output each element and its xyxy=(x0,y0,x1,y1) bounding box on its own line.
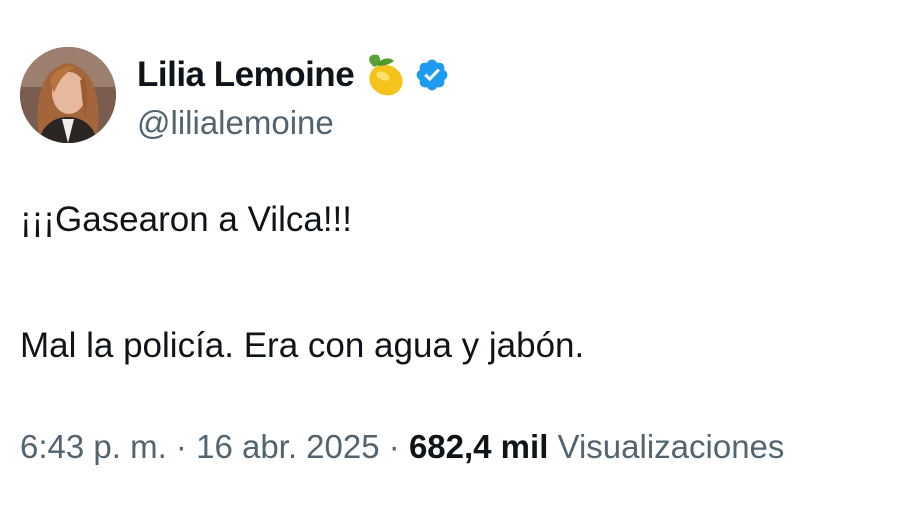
views-count[interactable]: 682,4 mil xyxy=(409,428,548,465)
author-handle[interactable]: @lilialemoine xyxy=(137,104,334,142)
tweet-card: Lilia Lemoine @lilialemoine ¡¡¡Gasearon … xyxy=(0,0,900,505)
lemon-icon xyxy=(362,51,408,99)
meta-separator: · xyxy=(175,428,187,465)
avatar-image xyxy=(20,47,116,143)
verified-badge-icon[interactable] xyxy=(414,57,450,93)
avatar[interactable] xyxy=(20,47,116,143)
tweet-text-line-1: ¡¡¡Gasearon a Vilca!!! xyxy=(20,200,352,239)
author-name-row: Lilia Lemoine xyxy=(137,50,450,100)
tweet-time[interactable]: 6:43 p. m. xyxy=(20,428,167,465)
author-display-name[interactable]: Lilia Lemoine xyxy=(137,55,355,95)
views-label: Visualizaciones xyxy=(557,428,785,465)
tweet-text-line-2: Mal la policía. Era con agua y jabón. xyxy=(20,326,585,365)
tweet-date[interactable]: 16 abr. 2025 xyxy=(196,428,380,465)
tweet-meta: 6:43 p. m. · 16 abr. 2025 · 682,4 mil Vi… xyxy=(20,428,784,466)
meta-separator: · xyxy=(388,428,400,465)
